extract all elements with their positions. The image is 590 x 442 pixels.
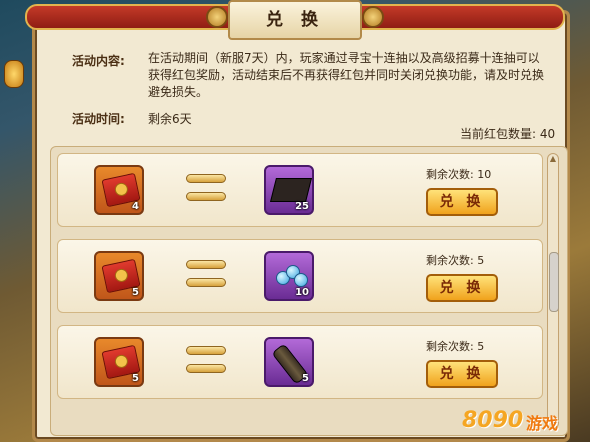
exchange-row: 4 25 剩余次数: 10 兑 换 [57, 153, 543, 227]
cost-quantity: 4 [132, 201, 139, 212]
equals-icon [186, 174, 226, 204]
lantern-decoration [4, 60, 24, 88]
scroll-up-icon[interactable]: ▲ [548, 154, 558, 164]
reward-quantity: 5 [302, 373, 309, 384]
exchange-list: 4 25 剩余次数: 10 兑 换 5 10 剩余次数: 5 兑 换 5 5 剩… [50, 146, 568, 436]
reward-slot[interactable]: 5 [264, 337, 314, 387]
cost-slot[interactable]: 5 [94, 337, 144, 387]
window-title: 兑 换 [228, 0, 362, 40]
equals-icon [186, 260, 226, 290]
equals-icon [186, 346, 226, 376]
watermark-text: 游戏 [526, 414, 559, 433]
content-description: 在活动期间（新服7天）内，玩家通过寻宝十连抽以及高级招募十连抽可以获得红包奖励，… [148, 51, 545, 99]
time-value: 剩余6天 [148, 112, 192, 126]
reward-quantity: 10 [295, 287, 309, 298]
reward-slot[interactable]: 25 [264, 165, 314, 215]
dark-tome-icon [270, 178, 312, 202]
knot-ornament-left [206, 6, 228, 28]
remaining-count: 剩余次数: 10 [426, 168, 492, 181]
reward-quantity: 25 [295, 201, 309, 212]
time-label: 活动时间: [72, 112, 125, 126]
scrollbar-thumb[interactable] [549, 252, 559, 312]
title-banner: 兑 换 [0, 0, 590, 46]
exchange-button[interactable]: 兑 换 [426, 360, 498, 388]
reward-slot[interactable]: 10 [264, 251, 314, 301]
content-label: 活动内容: [72, 54, 125, 68]
knot-ornament-right [362, 6, 384, 28]
watermark-number: 8090 [462, 408, 524, 433]
remaining-count: 剩余次数: 5 [426, 254, 485, 267]
exchange-button[interactable]: 兑 换 [426, 274, 498, 302]
list-scrollbar[interactable]: ▲ ▼ [547, 153, 559, 429]
cost-quantity: 5 [132, 287, 139, 298]
exchange-row: 5 5 剩余次数: 5 兑 换 [57, 325, 543, 399]
redpack-count: 当前红包数量: 40 [460, 127, 556, 141]
remaining-count: 剩余次数: 5 [426, 340, 485, 353]
exchange-row: 5 10 剩余次数: 5 兑 换 [57, 239, 543, 313]
cost-quantity: 5 [132, 373, 139, 384]
site-watermark: 8090 游戏 [462, 396, 586, 436]
cost-slot[interactable]: 5 [94, 251, 144, 301]
exchange-button[interactable]: 兑 换 [426, 188, 498, 216]
cost-slot[interactable]: 4 [94, 165, 144, 215]
